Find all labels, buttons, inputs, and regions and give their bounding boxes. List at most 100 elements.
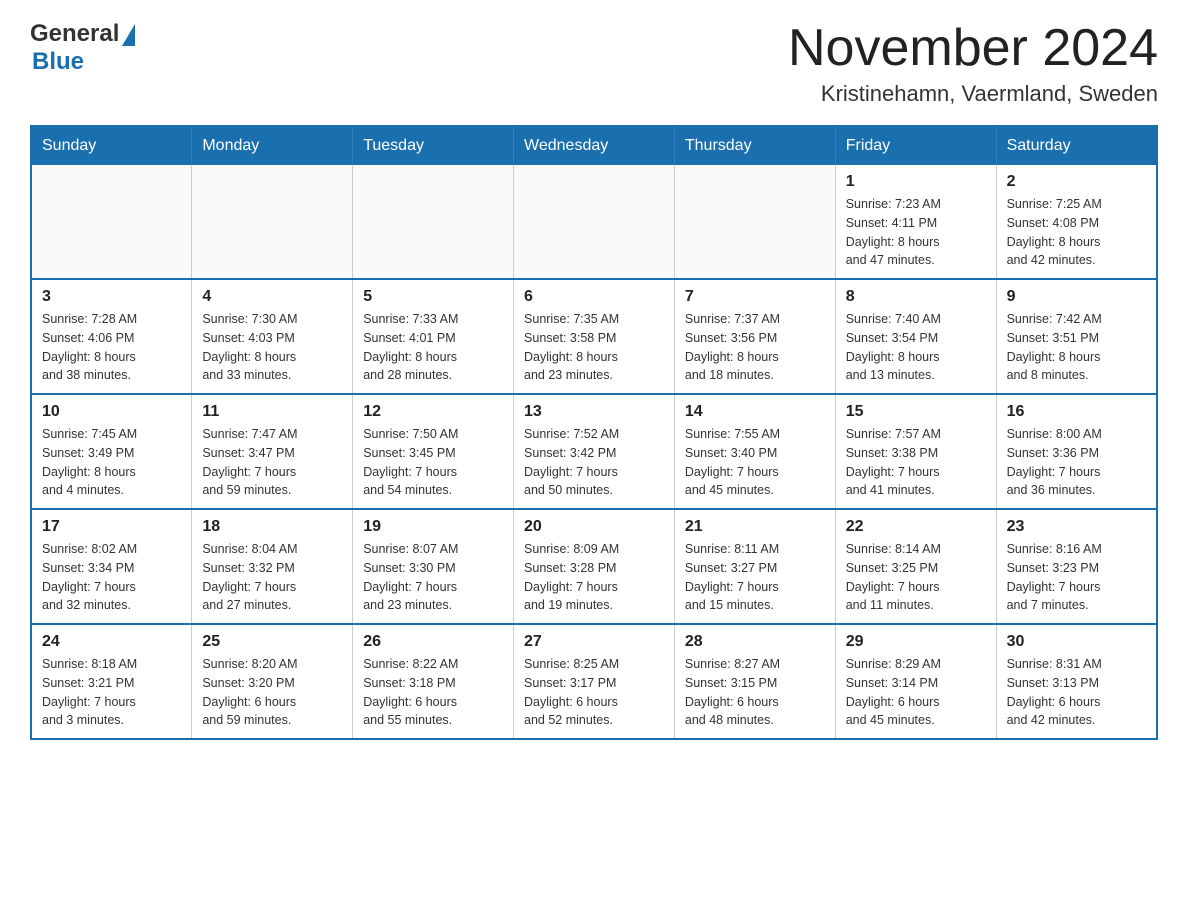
day-number: 14 (685, 403, 825, 421)
day-number: 4 (202, 288, 342, 306)
weekday-header: Tuesday (353, 126, 514, 165)
day-info: Sunrise: 7:45 AM Sunset: 3:49 PM Dayligh… (42, 425, 181, 500)
day-number: 16 (1007, 403, 1146, 421)
weekday-header: Sunday (31, 126, 192, 165)
header-row: SundayMondayTuesdayWednesdayThursdayFrid… (31, 126, 1157, 165)
day-number: 28 (685, 633, 825, 651)
day-number: 10 (42, 403, 181, 421)
day-number: 8 (846, 288, 986, 306)
day-info: Sunrise: 8:07 AM Sunset: 3:30 PM Dayligh… (363, 540, 503, 615)
calendar-cell: 2Sunrise: 7:25 AM Sunset: 4:08 PM Daylig… (996, 165, 1157, 279)
day-number: 20 (524, 518, 664, 536)
weekday-header: Monday (192, 126, 353, 165)
calendar-cell: 11Sunrise: 7:47 AM Sunset: 3:47 PM Dayli… (192, 394, 353, 509)
day-info: Sunrise: 8:00 AM Sunset: 3:36 PM Dayligh… (1007, 425, 1146, 500)
day-info: Sunrise: 8:18 AM Sunset: 3:21 PM Dayligh… (42, 655, 181, 730)
calendar-cell: 27 Sunrise: 8:25 AM Sunset: 3:17 PM Dayli… (514, 624, 675, 739)
day-number: 21 (685, 518, 825, 536)
day-number: 11 (202, 403, 342, 421)
page-header: General Blue November 2024 Kristinehamn,… (30, 20, 1158, 107)
calendar-cell: 3 Sunrise: 7:28 AM Sunset: 4:06 PM Daylig… (31, 279, 192, 394)
calendar-cell: 21Sunrise: 8:11 AM Sunset: 3:27 PM Dayli… (674, 509, 835, 624)
calendar-cell: 10 Sunrise: 7:45 AM Sunset: 3:49 PM Dayli… (31, 394, 192, 509)
calendar-cell: 4 Sunrise: 7:30 AM Sunset: 4:03 PM Daylig… (192, 279, 353, 394)
calendar-week-row: 3 Sunrise: 7:28 AM Sunset: 4:06 PM Daylig… (31, 279, 1157, 394)
logo: General Blue (30, 20, 135, 76)
day-number: 30 (1007, 633, 1146, 651)
calendar-cell: 22 Sunrise: 8:14 AM Sunset: 3:25 PM Dayli… (835, 509, 996, 624)
calendar-cell: 1 Sunrise: 7:23 AM Sunset: 4:11 PM Daylig… (835, 165, 996, 279)
day-number: 22 (846, 518, 986, 536)
calendar-cell: 9 Sunrise: 7:42 AM Sunset: 3:51 PM Daylig… (996, 279, 1157, 394)
day-info: Sunrise: 7:33 AM Sunset: 4:01 PM Dayligh… (363, 310, 503, 385)
calendar-week-row: 1 Sunrise: 7:23 AM Sunset: 4:11 PM Daylig… (31, 165, 1157, 279)
logo-triangle-icon (122, 24, 135, 46)
calendar-cell (514, 165, 675, 279)
calendar-cell (31, 165, 192, 279)
logo-blue-text: Blue (32, 48, 84, 76)
location-subtitle: Kristinehamn, Vaermland, Sweden (788, 81, 1158, 107)
day-info: Sunrise: 8:16 AM Sunset: 3:23 PM Dayligh… (1007, 540, 1146, 615)
day-number: 26 (363, 633, 503, 651)
calendar-cell: 6 Sunrise: 7:35 AM Sunset: 3:58 PM Daylig… (514, 279, 675, 394)
day-info: Sunrise: 7:23 AM Sunset: 4:11 PM Dayligh… (846, 195, 986, 270)
day-number: 3 (42, 288, 181, 306)
calendar-week-row: 24 Sunrise: 8:18 AM Sunset: 3:21 PM Dayli… (31, 624, 1157, 739)
day-info: Sunrise: 8:31 AM Sunset: 3:13 PM Dayligh… (1007, 655, 1146, 730)
day-number: 5 (363, 288, 503, 306)
day-number: 24 (42, 633, 181, 651)
month-title: November 2024 (788, 20, 1158, 77)
calendar-cell (192, 165, 353, 279)
weekday-header: Thursday (674, 126, 835, 165)
calendar-table: SundayMondayTuesdayWednesdayThursdayFrid… (30, 125, 1158, 740)
day-number: 19 (363, 518, 503, 536)
calendar-cell: 19 Sunrise: 8:07 AM Sunset: 3:30 PM Dayli… (353, 509, 514, 624)
day-info: Sunrise: 8:29 AM Sunset: 3:14 PM Dayligh… (846, 655, 986, 730)
day-info: Sunrise: 7:35 AM Sunset: 3:58 PM Dayligh… (524, 310, 664, 385)
calendar-cell: 20 Sunrise: 8:09 AM Sunset: 3:28 PM Dayli… (514, 509, 675, 624)
calendar-cell: 29 Sunrise: 8:29 AM Sunset: 3:14 PM Dayli… (835, 624, 996, 739)
calendar-cell: 30 Sunrise: 8:31 AM Sunset: 3:13 PM Dayli… (996, 624, 1157, 739)
title-block: November 2024 Kristinehamn, Vaermland, S… (788, 20, 1158, 107)
day-info: Sunrise: 7:28 AM Sunset: 4:06 PM Dayligh… (42, 310, 181, 385)
calendar-cell: 5 Sunrise: 7:33 AM Sunset: 4:01 PM Daylig… (353, 279, 514, 394)
day-info: Sunrise: 7:57 AM Sunset: 3:38 PM Dayligh… (846, 425, 986, 500)
calendar-cell: 13 Sunrise: 7:52 AM Sunset: 3:42 PM Dayli… (514, 394, 675, 509)
calendar-cell: 7Sunrise: 7:37 AM Sunset: 3:56 PM Daylig… (674, 279, 835, 394)
day-info: Sunrise: 8:22 AM Sunset: 3:18 PM Dayligh… (363, 655, 503, 730)
day-info: Sunrise: 7:30 AM Sunset: 4:03 PM Dayligh… (202, 310, 342, 385)
day-info: Sunrise: 8:20 AM Sunset: 3:20 PM Dayligh… (202, 655, 342, 730)
day-number: 15 (846, 403, 986, 421)
calendar-cell: 18Sunrise: 8:04 AM Sunset: 3:32 PM Dayli… (192, 509, 353, 624)
day-info: Sunrise: 8:25 AM Sunset: 3:17 PM Dayligh… (524, 655, 664, 730)
weekday-header: Saturday (996, 126, 1157, 165)
day-info: Sunrise: 7:50 AM Sunset: 3:45 PM Dayligh… (363, 425, 503, 500)
day-info: Sunrise: 7:55 AM Sunset: 3:40 PM Dayligh… (685, 425, 825, 500)
day-info: Sunrise: 8:09 AM Sunset: 3:28 PM Dayligh… (524, 540, 664, 615)
calendar-header: SundayMondayTuesdayWednesdayThursdayFrid… (31, 126, 1157, 165)
day-info: Sunrise: 7:42 AM Sunset: 3:51 PM Dayligh… (1007, 310, 1146, 385)
day-info: Sunrise: 7:52 AM Sunset: 3:42 PM Dayligh… (524, 425, 664, 500)
day-number: 1 (846, 173, 986, 191)
calendar-cell: 15 Sunrise: 7:57 AM Sunset: 3:38 PM Dayli… (835, 394, 996, 509)
weekday-header: Friday (835, 126, 996, 165)
day-number: 6 (524, 288, 664, 306)
calendar-cell: 24 Sunrise: 8:18 AM Sunset: 3:21 PM Dayli… (31, 624, 192, 739)
day-number: 13 (524, 403, 664, 421)
day-number: 23 (1007, 518, 1146, 536)
calendar-cell: 8Sunrise: 7:40 AM Sunset: 3:54 PM Daylig… (835, 279, 996, 394)
weekday-header: Wednesday (514, 126, 675, 165)
calendar-cell: 16 Sunrise: 8:00 AM Sunset: 3:36 PM Dayli… (996, 394, 1157, 509)
calendar-cell (353, 165, 514, 279)
calendar-cell: 25Sunrise: 8:20 AM Sunset: 3:20 PM Dayli… (192, 624, 353, 739)
day-number: 27 (524, 633, 664, 651)
day-number: 9 (1007, 288, 1146, 306)
calendar-cell: 23 Sunrise: 8:16 AM Sunset: 3:23 PM Dayli… (996, 509, 1157, 624)
day-number: 18 (202, 518, 342, 536)
calendar-cell: 26 Sunrise: 8:22 AM Sunset: 3:18 PM Dayli… (353, 624, 514, 739)
calendar-cell: 14 Sunrise: 7:55 AM Sunset: 3:40 PM Dayli… (674, 394, 835, 509)
day-number: 29 (846, 633, 986, 651)
day-number: 7 (685, 288, 825, 306)
day-info: Sunrise: 8:14 AM Sunset: 3:25 PM Dayligh… (846, 540, 986, 615)
day-info: Sunrise: 8:27 AM Sunset: 3:15 PM Dayligh… (685, 655, 825, 730)
